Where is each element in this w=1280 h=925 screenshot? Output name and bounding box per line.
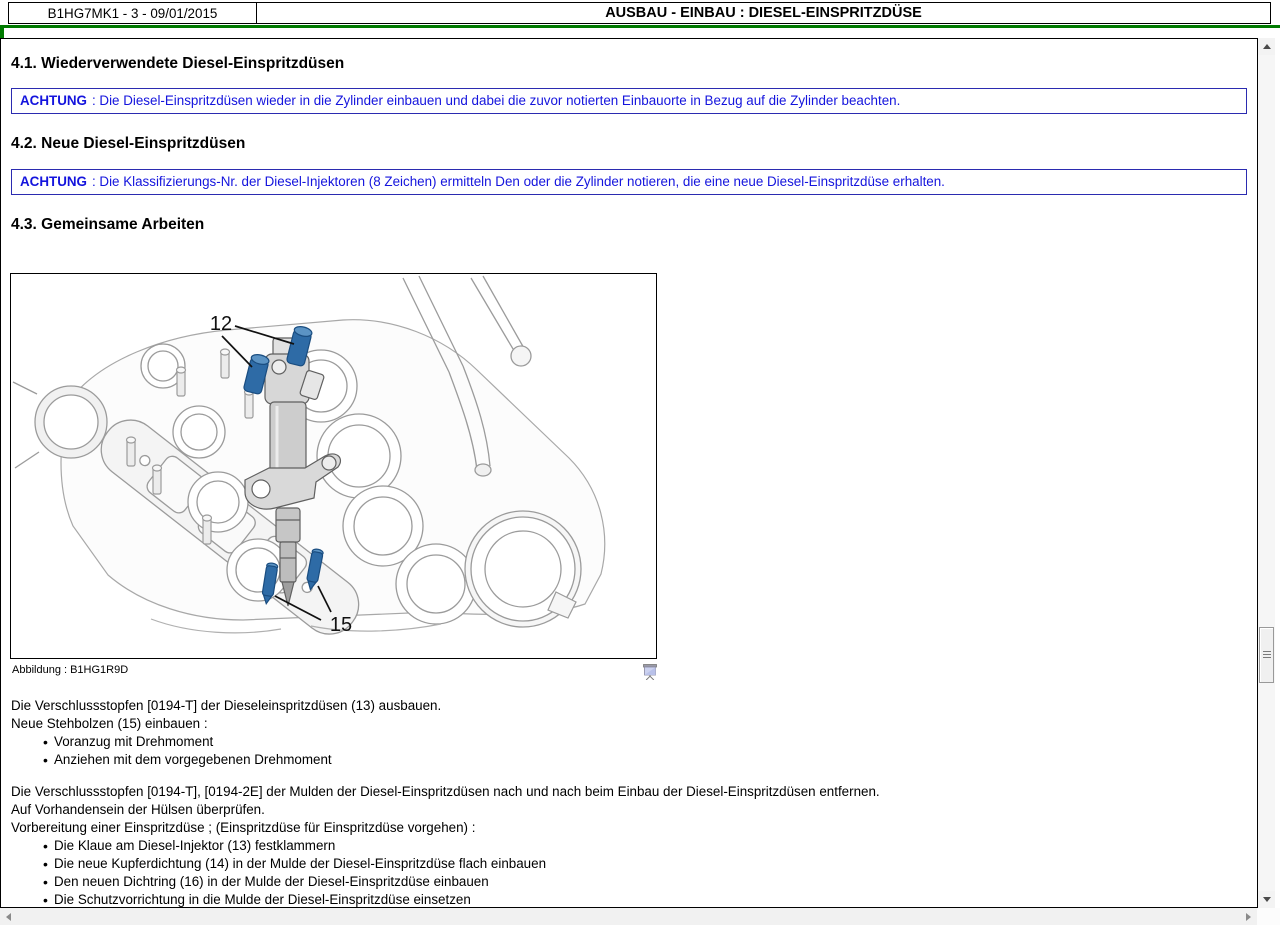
scroll-down-button[interactable] bbox=[1258, 891, 1275, 908]
section-heading-4-2: 4.2. Neue Diesel-Einspritzdüsen bbox=[11, 135, 1257, 152]
figure-label-12: 12 bbox=[210, 313, 232, 335]
scroll-left-button[interactable] bbox=[0, 908, 17, 925]
warning-label: ACHTUNG bbox=[20, 174, 87, 189]
bullet-list: Die Klaue am Diesel-Injektor (13) festkl… bbox=[1, 837, 1257, 908]
list-item: Die neue Kupferdichtung (14) in der Muld… bbox=[1, 855, 1257, 873]
figure-frame: 12 15 bbox=[10, 273, 657, 659]
scrollbar-corner bbox=[1257, 908, 1280, 925]
arrow-up-icon bbox=[1263, 44, 1271, 49]
arrow-right-icon bbox=[1246, 913, 1251, 921]
section-heading-4-1: 4.1. Wiederverwendete Diesel-Einspritzdü… bbox=[11, 55, 1257, 72]
arrow-down-icon bbox=[1263, 897, 1271, 902]
list-item: Die Schutzvorrichtung in die Mulde der D… bbox=[1, 891, 1257, 908]
figure-illustration: 12 15 bbox=[11, 274, 656, 658]
page-title: AUSBAU - EINBAU : DIESEL-EINSPRITZDÜSE bbox=[257, 2, 1271, 24]
list-item: Die Klaue am Diesel-Injektor (13) festkl… bbox=[1, 837, 1257, 855]
vertical-scrollbar[interactable] bbox=[1258, 38, 1275, 908]
paragraph: Neue Stehbolzen (15) einbauen : bbox=[11, 715, 1257, 733]
paragraph: Die Verschlussstopfen [0194-T] der Diese… bbox=[11, 697, 1257, 715]
horizontal-scrollbar[interactable] bbox=[0, 908, 1257, 925]
section-heading-4-3: 4.3. Gemeinsame Arbeiten bbox=[11, 216, 1257, 233]
scroll-up-button[interactable] bbox=[1258, 38, 1275, 55]
warning-box-1: ACHTUNG : Die Diesel-Einspritzdüsen wiede… bbox=[11, 88, 1247, 114]
arrow-left-icon bbox=[6, 913, 11, 921]
warning-text: : Die Klassifizierungs-Nr. der Diesel-In… bbox=[92, 174, 945, 189]
figure-label-15: 15 bbox=[330, 614, 352, 636]
paragraph: Die Verschlussstopfen [0194-T], [0194-2E… bbox=[11, 783, 1257, 801]
content-area: 4.1. Wiederverwendete Diesel-Einspritzdü… bbox=[0, 38, 1258, 908]
list-item: Voranzug mit Drehmoment bbox=[1, 733, 1257, 751]
vertical-scrollbar-thumb[interactable] bbox=[1259, 627, 1274, 683]
list-item: Anziehen mit dem vorgegebenen Drehmoment bbox=[1, 751, 1257, 769]
warning-label: ACHTUNG bbox=[20, 93, 87, 108]
thumb-grip bbox=[1263, 651, 1271, 652]
list-item: Den neuen Dichtring (16) in der Mulde de… bbox=[1, 873, 1257, 891]
figure-caption: Abbildung : B1HG1R9D bbox=[12, 664, 128, 677]
header-divider-stub bbox=[0, 25, 4, 39]
warning-text: : Die Diesel-Einspritzdüsen wieder in di… bbox=[92, 93, 900, 108]
paragraph: Vorbereitung einer Einspritzdüse ; (Eins… bbox=[11, 819, 1257, 837]
header-divider bbox=[0, 25, 1280, 28]
paragraph: Auf Vorhandensein der Hülsen überprüfen. bbox=[11, 801, 1257, 819]
manual-page: B1HG7MK1 - 3 - 09/01/2015 AUSBAU - EINBA… bbox=[0, 0, 1280, 925]
projector-screen-icon[interactable] bbox=[643, 664, 657, 685]
bullet-list: Voranzug mit Drehmoment Anziehen mit dem… bbox=[1, 733, 1257, 769]
scroll-right-button[interactable] bbox=[1240, 908, 1257, 925]
doc-reference: B1HG7MK1 - 3 - 09/01/2015 bbox=[8, 2, 257, 24]
warning-box-2: ACHTUNG : Die Klassifizierungs-Nr. der Di… bbox=[11, 169, 1247, 195]
